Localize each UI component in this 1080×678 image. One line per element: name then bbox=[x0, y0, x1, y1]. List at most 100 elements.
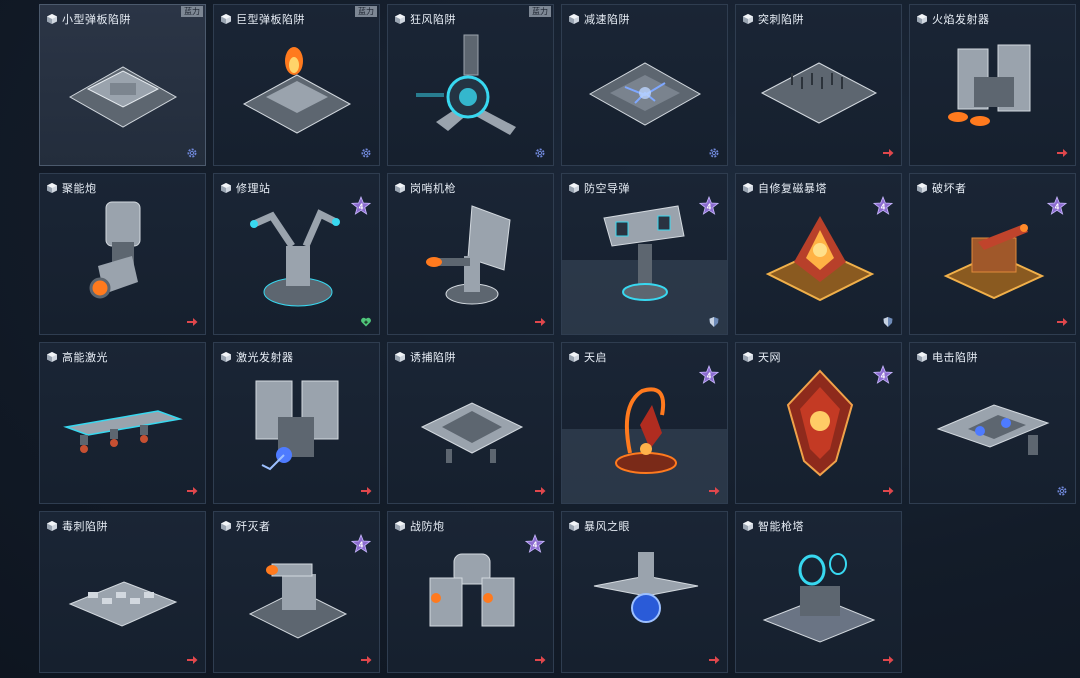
trap-card[interactable]: 破坏者 4 bbox=[909, 173, 1076, 335]
trap-artwork bbox=[214, 367, 379, 483]
trap-artwork-svg bbox=[943, 224, 1044, 300]
trap-artwork bbox=[40, 367, 205, 483]
arrow-icon[interactable] bbox=[534, 316, 546, 328]
trap-artwork bbox=[40, 198, 205, 314]
trap-artwork bbox=[562, 198, 727, 314]
trap-artwork-svg bbox=[760, 62, 877, 124]
arrow-icon[interactable] bbox=[1056, 316, 1068, 328]
trap-card[interactable]: 自修复磁暴塔 4 bbox=[735, 173, 902, 335]
arrow-icon[interactable] bbox=[882, 485, 894, 497]
trap-artwork bbox=[736, 29, 901, 145]
trap-artwork-svg bbox=[786, 369, 853, 477]
trap-card[interactable]: 修理站 4 bbox=[213, 173, 380, 335]
cube-icon bbox=[47, 352, 57, 362]
trap-name: 减速陷阱 bbox=[584, 14, 630, 26]
arrow-icon[interactable] bbox=[1056, 147, 1068, 159]
trap-artwork-svg bbox=[614, 387, 677, 474]
cube-icon bbox=[47, 14, 57, 24]
trap-card[interactable]: 智能枪塔 bbox=[735, 511, 902, 673]
trap-name: 天网 bbox=[758, 352, 781, 364]
trap-name: 突刺陷阱 bbox=[758, 14, 804, 26]
trap-artwork bbox=[562, 536, 727, 652]
trap-card[interactable]: 突刺陷阱 bbox=[735, 4, 902, 166]
trap-artwork-svg bbox=[89, 201, 140, 299]
trap-card[interactable]: 聚能炮 bbox=[39, 173, 206, 335]
arrow-icon[interactable] bbox=[186, 485, 198, 497]
trap-card[interactable]: 暴风之眼 bbox=[561, 511, 728, 673]
arrow-icon[interactable] bbox=[360, 485, 372, 497]
trap-card[interactable]: 高能激光 bbox=[39, 342, 206, 504]
trap-name: 修理站 bbox=[236, 183, 271, 195]
cube-icon bbox=[221, 352, 231, 362]
trap-artwork bbox=[736, 198, 901, 314]
trap-card[interactable]: 狂风陷阱 蓝力 bbox=[387, 4, 554, 166]
trap-card[interactable]: 岗哨机枪 bbox=[387, 173, 554, 335]
trap-name: 天启 bbox=[584, 352, 607, 364]
cube-icon bbox=[569, 183, 579, 193]
arrow-icon[interactable] bbox=[534, 485, 546, 497]
trap-card[interactable]: 激光发射器 bbox=[213, 342, 380, 504]
trap-card[interactable]: 天启 4 bbox=[561, 342, 728, 504]
trap-card[interactable]: 毒刺陷阱 bbox=[39, 511, 206, 673]
trap-card[interactable]: 歼灭者 4 bbox=[213, 511, 380, 673]
gear-icon[interactable] bbox=[1056, 485, 1068, 497]
cube-icon bbox=[743, 521, 753, 531]
trap-card[interactable]: 诱捕陷阱 bbox=[387, 342, 554, 504]
trap-artwork-svg bbox=[602, 205, 685, 301]
cube-icon bbox=[47, 183, 57, 193]
trap-artwork bbox=[388, 198, 553, 314]
trap-artwork-svg bbox=[425, 205, 511, 305]
shield-icon[interactable] bbox=[882, 316, 894, 328]
cube-icon bbox=[221, 14, 231, 24]
trap-card[interactable]: 火焰发射器 bbox=[909, 4, 1076, 166]
gear-icon[interactable] bbox=[534, 147, 546, 159]
trap-card[interactable]: 天网 4 bbox=[735, 342, 902, 504]
trap-card[interactable]: 小型弹板陷阱 蓝力 bbox=[39, 4, 206, 166]
arrow-icon[interactable] bbox=[534, 654, 546, 666]
trap-artwork bbox=[40, 29, 205, 145]
arrow-icon[interactable] bbox=[882, 654, 894, 666]
cube-icon bbox=[221, 521, 231, 531]
gear-icon[interactable] bbox=[708, 147, 720, 159]
trap-card[interactable]: 巨型弹板陷阱 蓝力 bbox=[213, 4, 380, 166]
trap-name: 战防炮 bbox=[410, 521, 445, 533]
trap-card[interactable]: 战防炮 4 bbox=[387, 511, 554, 673]
trap-artwork-svg bbox=[62, 410, 183, 453]
arrow-icon[interactable] bbox=[708, 485, 720, 497]
gear-icon[interactable] bbox=[186, 147, 198, 159]
heart-icon[interactable] bbox=[360, 316, 372, 328]
trap-artwork-svg bbox=[947, 44, 1030, 126]
arrow-icon[interactable] bbox=[186, 316, 198, 328]
trap-card[interactable]: 电击陷阱 bbox=[909, 342, 1076, 504]
trap-tag: 蓝力 bbox=[181, 6, 203, 17]
gear-icon[interactable] bbox=[360, 147, 372, 159]
trap-tag: 蓝力 bbox=[355, 6, 377, 17]
trap-artwork-svg bbox=[242, 47, 351, 134]
cube-icon bbox=[395, 352, 405, 362]
trap-card[interactable]: 减速陷阱 bbox=[561, 4, 728, 166]
trap-artwork bbox=[736, 536, 901, 652]
arrow-icon[interactable] bbox=[360, 654, 372, 666]
cube-icon bbox=[743, 352, 753, 362]
trap-tag: 蓝力 bbox=[529, 6, 551, 17]
trap-name: 破坏者 bbox=[932, 183, 967, 195]
trap-artwork bbox=[388, 536, 553, 652]
trap-name: 狂风陷阱 bbox=[410, 14, 456, 26]
trap-name: 岗哨机枪 bbox=[410, 183, 456, 195]
trap-artwork bbox=[562, 29, 727, 145]
cube-icon bbox=[569, 352, 579, 362]
trap-name: 小型弹板陷阱 bbox=[62, 14, 131, 26]
trap-artwork bbox=[214, 198, 379, 314]
trap-card[interactable]: 防空导弹 4 bbox=[561, 173, 728, 335]
cube-icon bbox=[569, 521, 579, 531]
arrow-icon[interactable] bbox=[708, 654, 720, 666]
trap-artwork bbox=[910, 198, 1075, 314]
cube-icon bbox=[917, 183, 927, 193]
arrow-icon[interactable] bbox=[186, 654, 198, 666]
arrow-icon[interactable] bbox=[882, 147, 894, 159]
trap-name: 暴风之眼 bbox=[584, 521, 630, 533]
trap-artwork bbox=[388, 29, 553, 145]
cube-icon bbox=[221, 183, 231, 193]
trap-artwork-svg bbox=[68, 66, 177, 128]
shield-icon[interactable] bbox=[708, 316, 720, 328]
